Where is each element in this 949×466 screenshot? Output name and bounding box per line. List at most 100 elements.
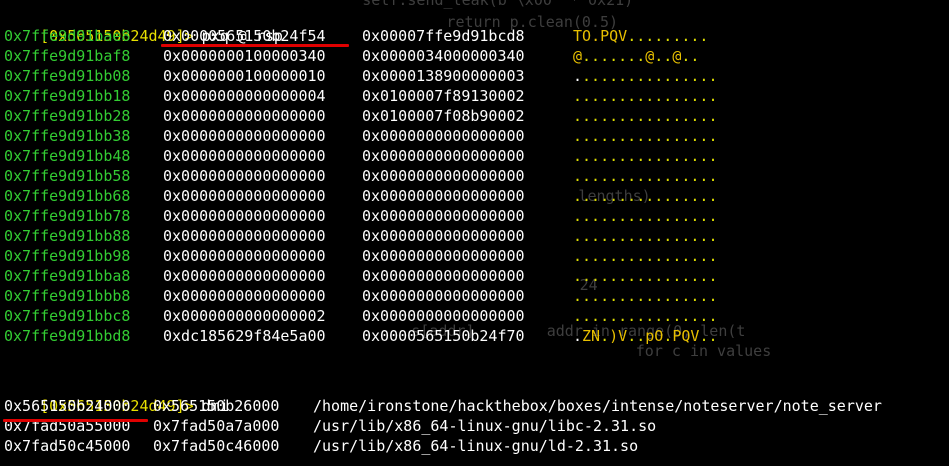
qword-value: 0x0000565150b24f54 xyxy=(163,27,326,45)
qword-value: 0x0000000000000000 xyxy=(163,127,326,145)
module-end-address: 0x565150b26000 xyxy=(153,397,280,415)
ascii-dump: ................ xyxy=(573,66,718,86)
memory-row: 0x7ffe9d91bb88 0x0000000000000000 0x000000… xyxy=(0,226,949,246)
ascii-dump: ................ xyxy=(573,286,718,306)
terminal-window[interactable]: self.send_leak(b'\x00' * 0x21) return p.… xyxy=(0,0,949,466)
qword-value: 0x0000000000000000 xyxy=(362,187,525,205)
qword-value: 0x0100007f89130002 xyxy=(362,87,525,105)
ascii-char: ................ xyxy=(573,207,718,225)
ascii-char: .. xyxy=(654,47,673,65)
memory-row: 0x7ffe9d91bb18 0x0000000000000004 0x010000… xyxy=(0,86,949,106)
module-end-address: 0x7fad50a7a000 xyxy=(153,417,280,435)
module-end-address: 0x7fad50c46000 xyxy=(153,437,280,455)
memory-address: 0x7ffe9d91bb98 xyxy=(4,247,131,265)
ascii-char: ................ xyxy=(573,267,718,285)
qword-value: 0x0000000100000340 xyxy=(163,47,326,65)
qword-value: 0x0000000000000000 xyxy=(362,247,525,265)
background-code-line: self.send_leak(b'\x00' * 0x21) xyxy=(290,0,634,9)
memory-row: 0x7ffe9d91bb48 0x0000000000000000 0x000000… xyxy=(0,146,949,166)
ascii-char: ................ xyxy=(573,147,718,165)
ascii-char: @ xyxy=(573,47,583,65)
ascii-char: O xyxy=(582,27,592,45)
ascii-dump: ................ xyxy=(573,86,718,106)
memory-address: 0x7ffe9d91bb08 xyxy=(4,67,131,85)
ascii-char: . xyxy=(573,327,583,345)
ascii-char: ................ xyxy=(573,167,718,185)
ascii-char: ) xyxy=(609,327,619,345)
qword-value: 0x0000000000000000 xyxy=(163,267,326,285)
memory-row: 0x7ffe9d91bb08 0x0000000100000010 0x000013… xyxy=(0,66,949,86)
qword-value: 0xdc185629f84e5a00 xyxy=(163,327,326,345)
memory-address: 0x7ffe9d91baf8 xyxy=(4,47,131,65)
ascii-dump: ................ xyxy=(573,266,718,286)
ascii-dump: .ZN.)V..pO.PQV.. xyxy=(573,326,718,346)
qword-value: 0x0000000000000000 xyxy=(362,147,525,165)
qword-value: 0x0000138900000003 xyxy=(362,67,525,85)
qword-value: 0x0000000000000000 xyxy=(362,207,525,225)
memory-address: 0x7ffe9d91bb18 xyxy=(4,87,131,105)
qword-value: 0x0000000000000000 xyxy=(362,167,525,185)
ascii-dump: @.......@..@.. xyxy=(573,46,699,66)
memory-address: 0x7ffe9d91bb78 xyxy=(4,207,131,225)
qword-value: 0x0000000000000000 xyxy=(163,187,326,205)
ascii-char: ....... xyxy=(582,47,646,65)
memory-address: 0x7ffe9d91bb68 xyxy=(4,187,131,205)
ascii-char: . xyxy=(573,67,583,85)
memory-row: 0x7ffe9d91bbc8 0x0000000000000002 0x000000… xyxy=(0,306,949,326)
qword-value: 0x0000000000000000 xyxy=(362,227,525,245)
qword-value: 0x0000000000000000 xyxy=(163,207,326,225)
qword-value: 0x0000000000000000 xyxy=(163,167,326,185)
qword-value: 0x0000000000000000 xyxy=(362,307,525,325)
qword-value: 0x0000034000000340 xyxy=(362,47,525,65)
qword-value: 0x00007ffe9d91bcd8 xyxy=(362,27,525,45)
memory-row: 0x7ffe9d91bbb8 0x0000000000000000 0x000000… xyxy=(0,286,949,306)
memory-row: 0x7ffe9d91bbd8 0xdc185629f84e5a00 0x000056… xyxy=(0,326,949,346)
module-start-address: 0x7fad50c45000 xyxy=(4,437,131,455)
module-path: /home/ironstone/hackthebox/boxes/intense… xyxy=(313,397,882,415)
module-row: 0x7fad50c45000 0x7fad50c46000/usr/lib/x86… xyxy=(0,436,949,456)
qword-value: 0x0100007f08b90002 xyxy=(362,107,525,125)
memory-row: 0x7ffe9d91baf8 0x0000000100000340 0x000003… xyxy=(0,46,949,66)
ascii-dump: ................ xyxy=(573,306,718,326)
ascii-char: ................ xyxy=(573,227,718,245)
ascii-char: ................ xyxy=(573,307,718,325)
qword-value: 0x0000000000000000 xyxy=(362,267,525,285)
ascii-char: ......... xyxy=(627,27,709,45)
memory-row: 0x7ffe9d91bb28 0x0000000000000000 0x010000… xyxy=(0,106,949,126)
module-start-address: 0x565150b24000 xyxy=(4,397,131,415)
ascii-char: ................ xyxy=(573,287,718,305)
memory-row: 0x7ffe9d91bb78 0x0000000000000000 0x000000… xyxy=(0,206,949,226)
memory-row: 0x7ffe9d91bb68 0x0000000000000000 0x000000… xyxy=(0,186,949,206)
memory-address: 0x7ffe9d91bbd8 xyxy=(4,327,131,345)
ascii-char: ................ xyxy=(573,87,718,105)
qword-value: 0x0000000000000000 xyxy=(163,287,326,305)
ascii-char: PQV xyxy=(672,327,700,345)
ascii-char: pO xyxy=(645,327,664,345)
module-path: /usr/lib/x86_64-linux-gnu/ld-2.31.so xyxy=(313,437,639,455)
ascii-char: . xyxy=(591,27,601,45)
qword-value: 0x0000000000000000 xyxy=(362,127,525,145)
ascii-dump: ................ xyxy=(573,226,718,246)
ascii-dump: ................ xyxy=(573,106,718,126)
module-path: /usr/lib/x86_64-linux-gnu/libc-2.31.so xyxy=(313,417,657,435)
ascii-char: ................ xyxy=(573,127,718,145)
ascii-char: Q xyxy=(609,27,619,45)
ascii-char: ................ xyxy=(573,247,718,265)
memory-row: 0x7ffe9d91bba8 0x0000000000000000 0x000000… xyxy=(0,266,949,286)
ascii-char: ................ xyxy=(573,107,718,125)
qword-value: 0x0000000000000000 xyxy=(163,247,326,265)
memory-address: 0x7ffe9d91bb28 xyxy=(4,107,131,125)
memory-address: 0x7ffe9d91bbb8 xyxy=(4,287,131,305)
memory-address: 0x7ffe9d91bb58 xyxy=(4,167,131,185)
ascii-char: P xyxy=(600,27,610,45)
ascii-dump: ................ xyxy=(573,146,718,166)
ascii-char: ............... xyxy=(582,67,718,85)
ascii-char: ZN xyxy=(582,327,601,345)
ascii-char: T xyxy=(573,27,583,45)
underline-base-address xyxy=(3,419,148,422)
memory-row: 0x7ffe9d91bb38 0x0000000000000000 0x000000… xyxy=(0,126,949,146)
memory-address: 0x7ffe9d91bbc8 xyxy=(4,307,131,325)
ascii-dump: ................ xyxy=(573,186,718,206)
ascii-dump: ................ xyxy=(573,126,718,146)
ascii-dump: ................ xyxy=(573,166,718,186)
